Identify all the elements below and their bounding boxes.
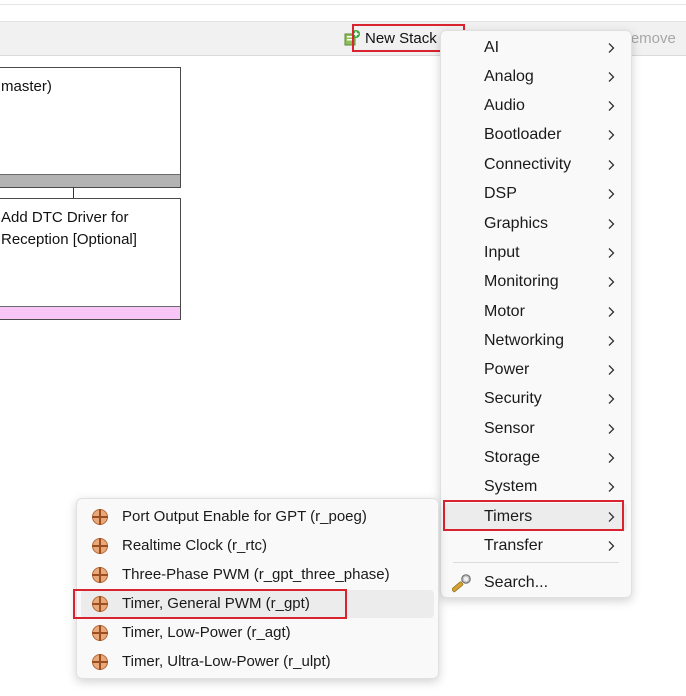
chevron-right-icon — [608, 248, 615, 258]
menu-item-label: DSP — [484, 185, 517, 202]
menu-item-label: Storage — [484, 449, 541, 466]
submenu-item-gpt-three-phase[interactable]: Three-Phase PWM (r_gpt_three_phase) — [81, 561, 434, 589]
stack-module[interactable]: Add DTC Driver for Reception [Optional] — [0, 198, 181, 320]
submenu-item-ulpt[interactable]: Timer, Ultra-Low-Power (r_ulpt) — [81, 648, 434, 676]
submenu-item-gpt[interactable]: Timer, General PWM (r_gpt) — [81, 590, 434, 618]
menu-item-label: Transfer — [484, 537, 543, 554]
component-icon — [92, 625, 108, 641]
menu-item-ai[interactable]: AI — [445, 34, 627, 62]
chevron-right-icon — [608, 43, 615, 53]
menu-item-label: Graphics — [484, 215, 549, 232]
chevron-right-icon — [608, 424, 615, 434]
menu-item-label: Security — [484, 390, 542, 407]
menu-item-input[interactable]: Input — [445, 239, 627, 267]
menu-item-label: Bootloader — [484, 126, 562, 143]
chevron-right-icon — [608, 336, 615, 346]
menu-item-timers[interactable]: Timers — [445, 503, 627, 531]
menu-item-label: System — [484, 478, 538, 495]
component-icon — [92, 567, 108, 583]
menu-item-connectivity[interactable]: Connectivity — [445, 151, 627, 179]
menu-item-label: Monitoring — [484, 273, 559, 290]
chevron-right-icon — [608, 541, 615, 551]
chevron-right-icon — [608, 101, 615, 111]
submenu-item-poeg[interactable]: Port Output Enable for GPT (r_poeg) — [81, 503, 434, 531]
submenu-item-label: Timer, General PWM (r_gpt) — [122, 595, 310, 612]
submenu-item-label: Three-Phase PWM (r_gpt_three_phase) — [122, 566, 390, 583]
chevron-right-icon — [608, 189, 615, 199]
menu-item-label: Timers — [484, 508, 533, 525]
menu-item-label: Connectivity — [484, 156, 572, 173]
chevron-right-icon — [608, 72, 615, 82]
submenu-item-label: Port Output Enable for GPT (r_poeg) — [122, 508, 367, 525]
menu-item-label: Analog — [484, 68, 534, 85]
menu-item-networking[interactable]: Networking — [445, 327, 627, 355]
chevron-right-icon — [608, 277, 615, 287]
component-icon — [92, 596, 108, 612]
module-title: Add DTC Driver for Reception [Optional] — [1, 209, 137, 248]
submenu-item-label: Timer, Ultra-Low-Power (r_ulpt) — [122, 653, 331, 670]
search-icon — [452, 574, 471, 593]
stack-module[interactable]: master) — [0, 67, 181, 188]
menu-item-security[interactable]: Security — [445, 385, 627, 413]
submenu-item-agt[interactable]: Timer, Low-Power (r_agt) — [81, 619, 434, 647]
menu-item-label: Audio — [484, 97, 525, 114]
new-stack-label: New Stack — [365, 29, 437, 47]
menu-item-system[interactable]: System — [445, 473, 627, 501]
menu-item-sensor[interactable]: Sensor — [445, 415, 627, 443]
chevron-right-icon — [608, 482, 615, 492]
module-title: master) — [1, 78, 52, 95]
menu-item-transfer[interactable]: Transfer — [445, 532, 627, 560]
module-status-bar — [0, 306, 180, 319]
add-stack-icon — [344, 30, 360, 46]
component-icon — [92, 538, 108, 554]
module-connector — [73, 187, 74, 198]
menu-item-label: Networking — [484, 332, 565, 349]
menu-item-search[interactable]: Search... — [445, 569, 627, 597]
menu-item-label: Motor — [484, 303, 525, 320]
component-icon — [92, 654, 108, 670]
menu-item-storage[interactable]: Storage — [445, 444, 627, 472]
chevron-right-icon — [608, 365, 615, 375]
menu-item-graphics[interactable]: Graphics — [445, 210, 627, 238]
search-label: Search... — [484, 574, 549, 591]
submenu-item-rtc[interactable]: Realtime Clock (r_rtc) — [81, 532, 434, 560]
menu-item-motor[interactable]: Motor — [445, 298, 627, 326]
chevron-right-icon — [608, 130, 615, 140]
new-stack-menu: AI Analog Audio Bootloader Connectivity … — [440, 30, 632, 598]
divider — [0, 4, 686, 5]
app-window: New Stack Remove master) Add DTC Driver … — [0, 0, 686, 696]
chevron-right-icon — [608, 219, 615, 229]
timers-submenu: Port Output Enable for GPT (r_poeg) Real… — [76, 498, 439, 679]
menu-item-label: Sensor — [484, 420, 535, 437]
component-icon — [92, 509, 108, 525]
menu-item-power[interactable]: Power — [445, 356, 627, 384]
module-status-bar — [0, 174, 180, 187]
chevron-right-icon — [608, 512, 615, 522]
new-stack-button[interactable]: New Stack — [343, 26, 437, 50]
chevron-right-icon — [608, 307, 615, 317]
submenu-item-label: Realtime Clock (r_rtc) — [122, 537, 268, 554]
submenu-item-label: Timer, Low-Power (r_agt) — [122, 624, 291, 641]
menu-item-audio[interactable]: Audio — [445, 92, 627, 120]
menu-separator — [453, 562, 619, 563]
menu-item-monitoring[interactable]: Monitoring — [445, 268, 627, 296]
chevron-right-icon — [608, 453, 615, 463]
chevron-right-icon — [608, 394, 615, 404]
menu-item-dsp[interactable]: DSP — [445, 180, 627, 208]
menu-item-bootloader[interactable]: Bootloader — [445, 121, 627, 149]
menu-item-label: AI — [484, 39, 500, 56]
chevron-right-icon — [608, 160, 615, 170]
menu-item-label: Input — [484, 244, 520, 261]
menu-item-analog[interactable]: Analog — [445, 63, 627, 91]
menu-item-label: Power — [484, 361, 530, 378]
